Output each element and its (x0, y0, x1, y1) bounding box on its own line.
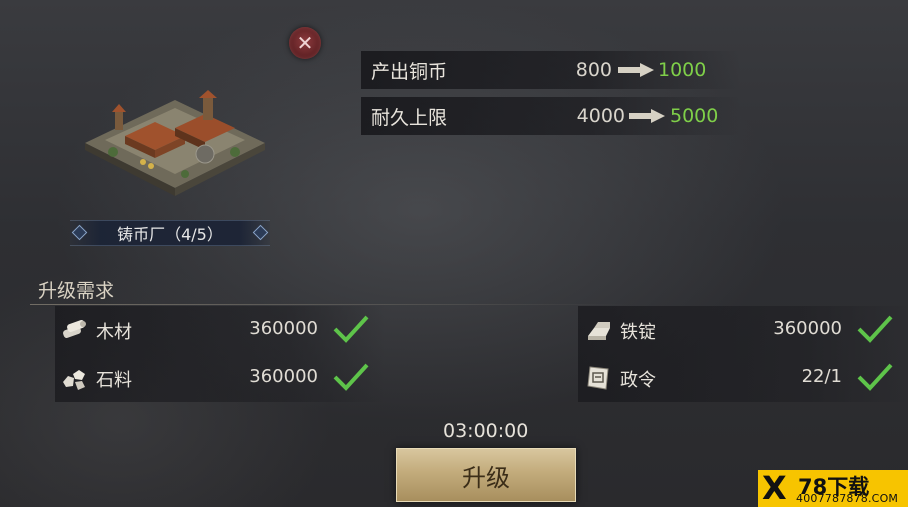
watermark-logo: X 78下载 4007787878.COM (758, 470, 908, 507)
check-icon (333, 315, 369, 343)
requirement-amount: 360000 (773, 318, 842, 339)
stat-label: 耐久上限 (371, 106, 448, 129)
decree-icon (587, 366, 609, 390)
requirement-amount: 360000 (249, 366, 318, 387)
requirement-name: 铁锭 (620, 322, 656, 343)
requirement-wood: 木材 360000 (60, 312, 380, 348)
building-name-plate: 铸币厂（4/5） (70, 220, 270, 246)
stone-icon (63, 370, 85, 390)
requirement-name: 木材 (96, 322, 132, 343)
requirement-stone: 石料 360000 (60, 360, 380, 396)
watermark-mark: X (762, 469, 787, 507)
iron-ingot-icon (588, 322, 610, 340)
watermark-url: 4007787878.COM (796, 492, 899, 505)
check-icon (857, 363, 893, 391)
close-button[interactable]: ✕ (289, 27, 321, 59)
upgrade-button-label: 升级 (462, 463, 510, 492)
stat-label: 产出铜币 (371, 60, 448, 83)
requirement-name: 石料 (96, 370, 132, 391)
stat-row-coin-output: 产出铜币 800 1000 (361, 51, 741, 89)
requirement-decree: 政令 22/1 (584, 360, 904, 396)
upgrade-button[interactable]: 升级 (396, 448, 576, 502)
requirement-iron-ingot: 铁锭 360000 (584, 312, 904, 348)
stat-new-value: 5000 (670, 105, 719, 127)
ornament-diamond-icon (71, 224, 88, 241)
arrow-right-icon (629, 109, 665, 123)
divider (30, 304, 630, 305)
close-icon: ✕ (296, 31, 314, 55)
check-icon (333, 363, 369, 391)
building-name: 铸币厂（4/5） (117, 225, 223, 244)
stat-old-value: 800 (575, 59, 612, 81)
requirement-name: 政令 (620, 370, 656, 391)
stat-new-value: 1000 (658, 59, 707, 81)
mint-building-image (85, 90, 265, 196)
stat-old-value: 4000 (576, 105, 625, 127)
check-icon (857, 315, 893, 343)
requirement-amount: 360000 (249, 318, 318, 339)
arrow-right-icon (618, 63, 654, 77)
stat-row-durability: 耐久上限 4000 5000 (361, 97, 741, 135)
requirement-amount: 22/1 (801, 366, 842, 387)
ornament-diamond-icon (252, 224, 269, 241)
wood-icon (63, 320, 86, 338)
requirements-title: 升级需求 (38, 280, 115, 302)
upgrade-timer: 03:00:00 (443, 420, 529, 442)
